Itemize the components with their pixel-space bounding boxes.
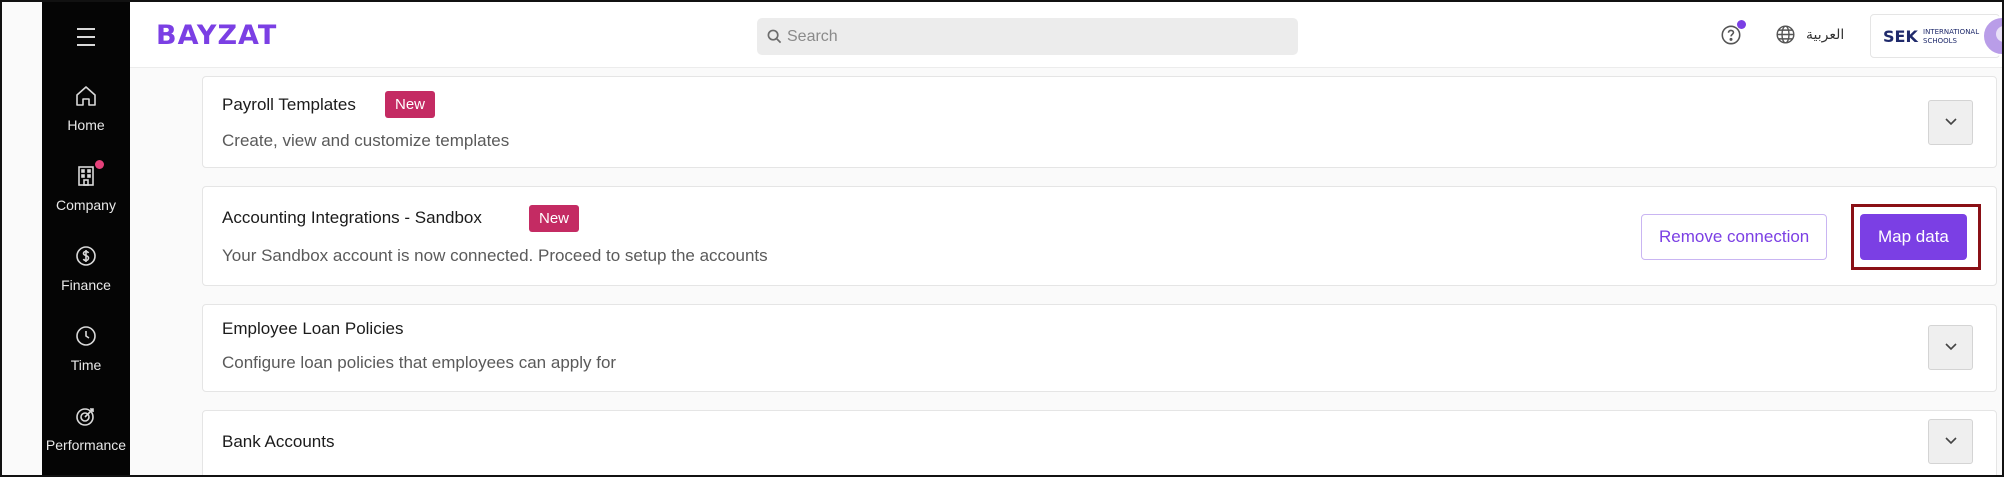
dollar-icon [76,246,96,266]
payroll-templates-card: Payroll Templates New Create, view and c… [202,76,1997,168]
building-icon [78,166,94,186]
notification-dot [1737,20,1746,29]
card-title: Payroll Templates [222,95,356,114]
sidebar-item-label: Company [56,197,116,213]
new-badge: New [529,205,580,232]
sidebar-item-label: Time [70,357,102,373]
sidebar-item-home[interactable]: Home [42,84,130,133]
sidebar-item-label: Finance [61,277,111,293]
menu-toggle-icon[interactable] [72,28,100,48]
target-icon [76,408,94,426]
map-data-button[interactable]: Map data [1860,214,1967,260]
expand-button[interactable] [1928,325,1973,370]
card-description: Create, view and customize templates [222,131,510,150]
card-title: Bank Accounts [222,432,335,451]
sidebar-item-finance[interactable]: Finance [42,244,130,293]
language-switcher[interactable]: العربية [1775,24,1844,45]
employee-loan-policies-card: Employee Loan Policies Configure loan po… [202,304,1997,392]
bayzat-logo[interactable]: BAYZAT [156,20,277,51]
globe-icon [1776,25,1795,44]
new-badge: New [385,91,436,118]
chevron-down-icon [1945,343,1957,351]
expand-button[interactable] [1928,419,1973,464]
accounting-integrations-card: Accounting Integrations - Sandbox New Yo… [202,186,1997,286]
clock-icon [76,326,96,346]
search-icon [767,29,782,44]
sidebar-item-performance[interactable]: Performance [42,404,130,453]
search-bar[interactable] [757,18,1298,55]
search-input[interactable] [787,18,1287,55]
top-bar: BAYZAT العربية SEK [130,2,2002,68]
sidebar-item-time[interactable]: Time [42,324,130,373]
home-icon [76,86,96,106]
language-label: العربية [1806,26,1845,43]
org-logo-subtitle: INTERNATIONAL SCHOOLS [1923,28,1980,45]
organization-switcher[interactable]: SEK INTERNATIONAL SCHOOLS [1870,14,2000,58]
app-window: Home Company Finance Time Performance BA… [0,0,2004,477]
card-title: Accounting Integrations - Sandbox [222,208,482,227]
card-title: Employee Loan Policies [222,319,404,338]
sidebar-item-company[interactable]: Company [42,160,130,213]
remove-connection-button[interactable]: Remove connection [1641,214,1828,260]
help-button[interactable] [1720,20,1746,51]
org-logo: SEK [1883,27,1918,46]
chevron-down-icon [1945,437,1957,445]
chevron-down-icon [1945,118,1957,126]
notification-dot [95,160,104,169]
bank-accounts-card: Bank Accounts [202,410,1997,475]
sidebar-item-label: Home [67,117,105,133]
sidebar: Home Company Finance Time Performance [42,2,130,475]
card-description: Configure loan policies that employees c… [222,353,617,372]
expand-button[interactable] [1928,100,1973,145]
card-description: Your Sandbox account is now connected. P… [222,246,768,265]
sidebar-item-label: Performance [45,437,127,453]
